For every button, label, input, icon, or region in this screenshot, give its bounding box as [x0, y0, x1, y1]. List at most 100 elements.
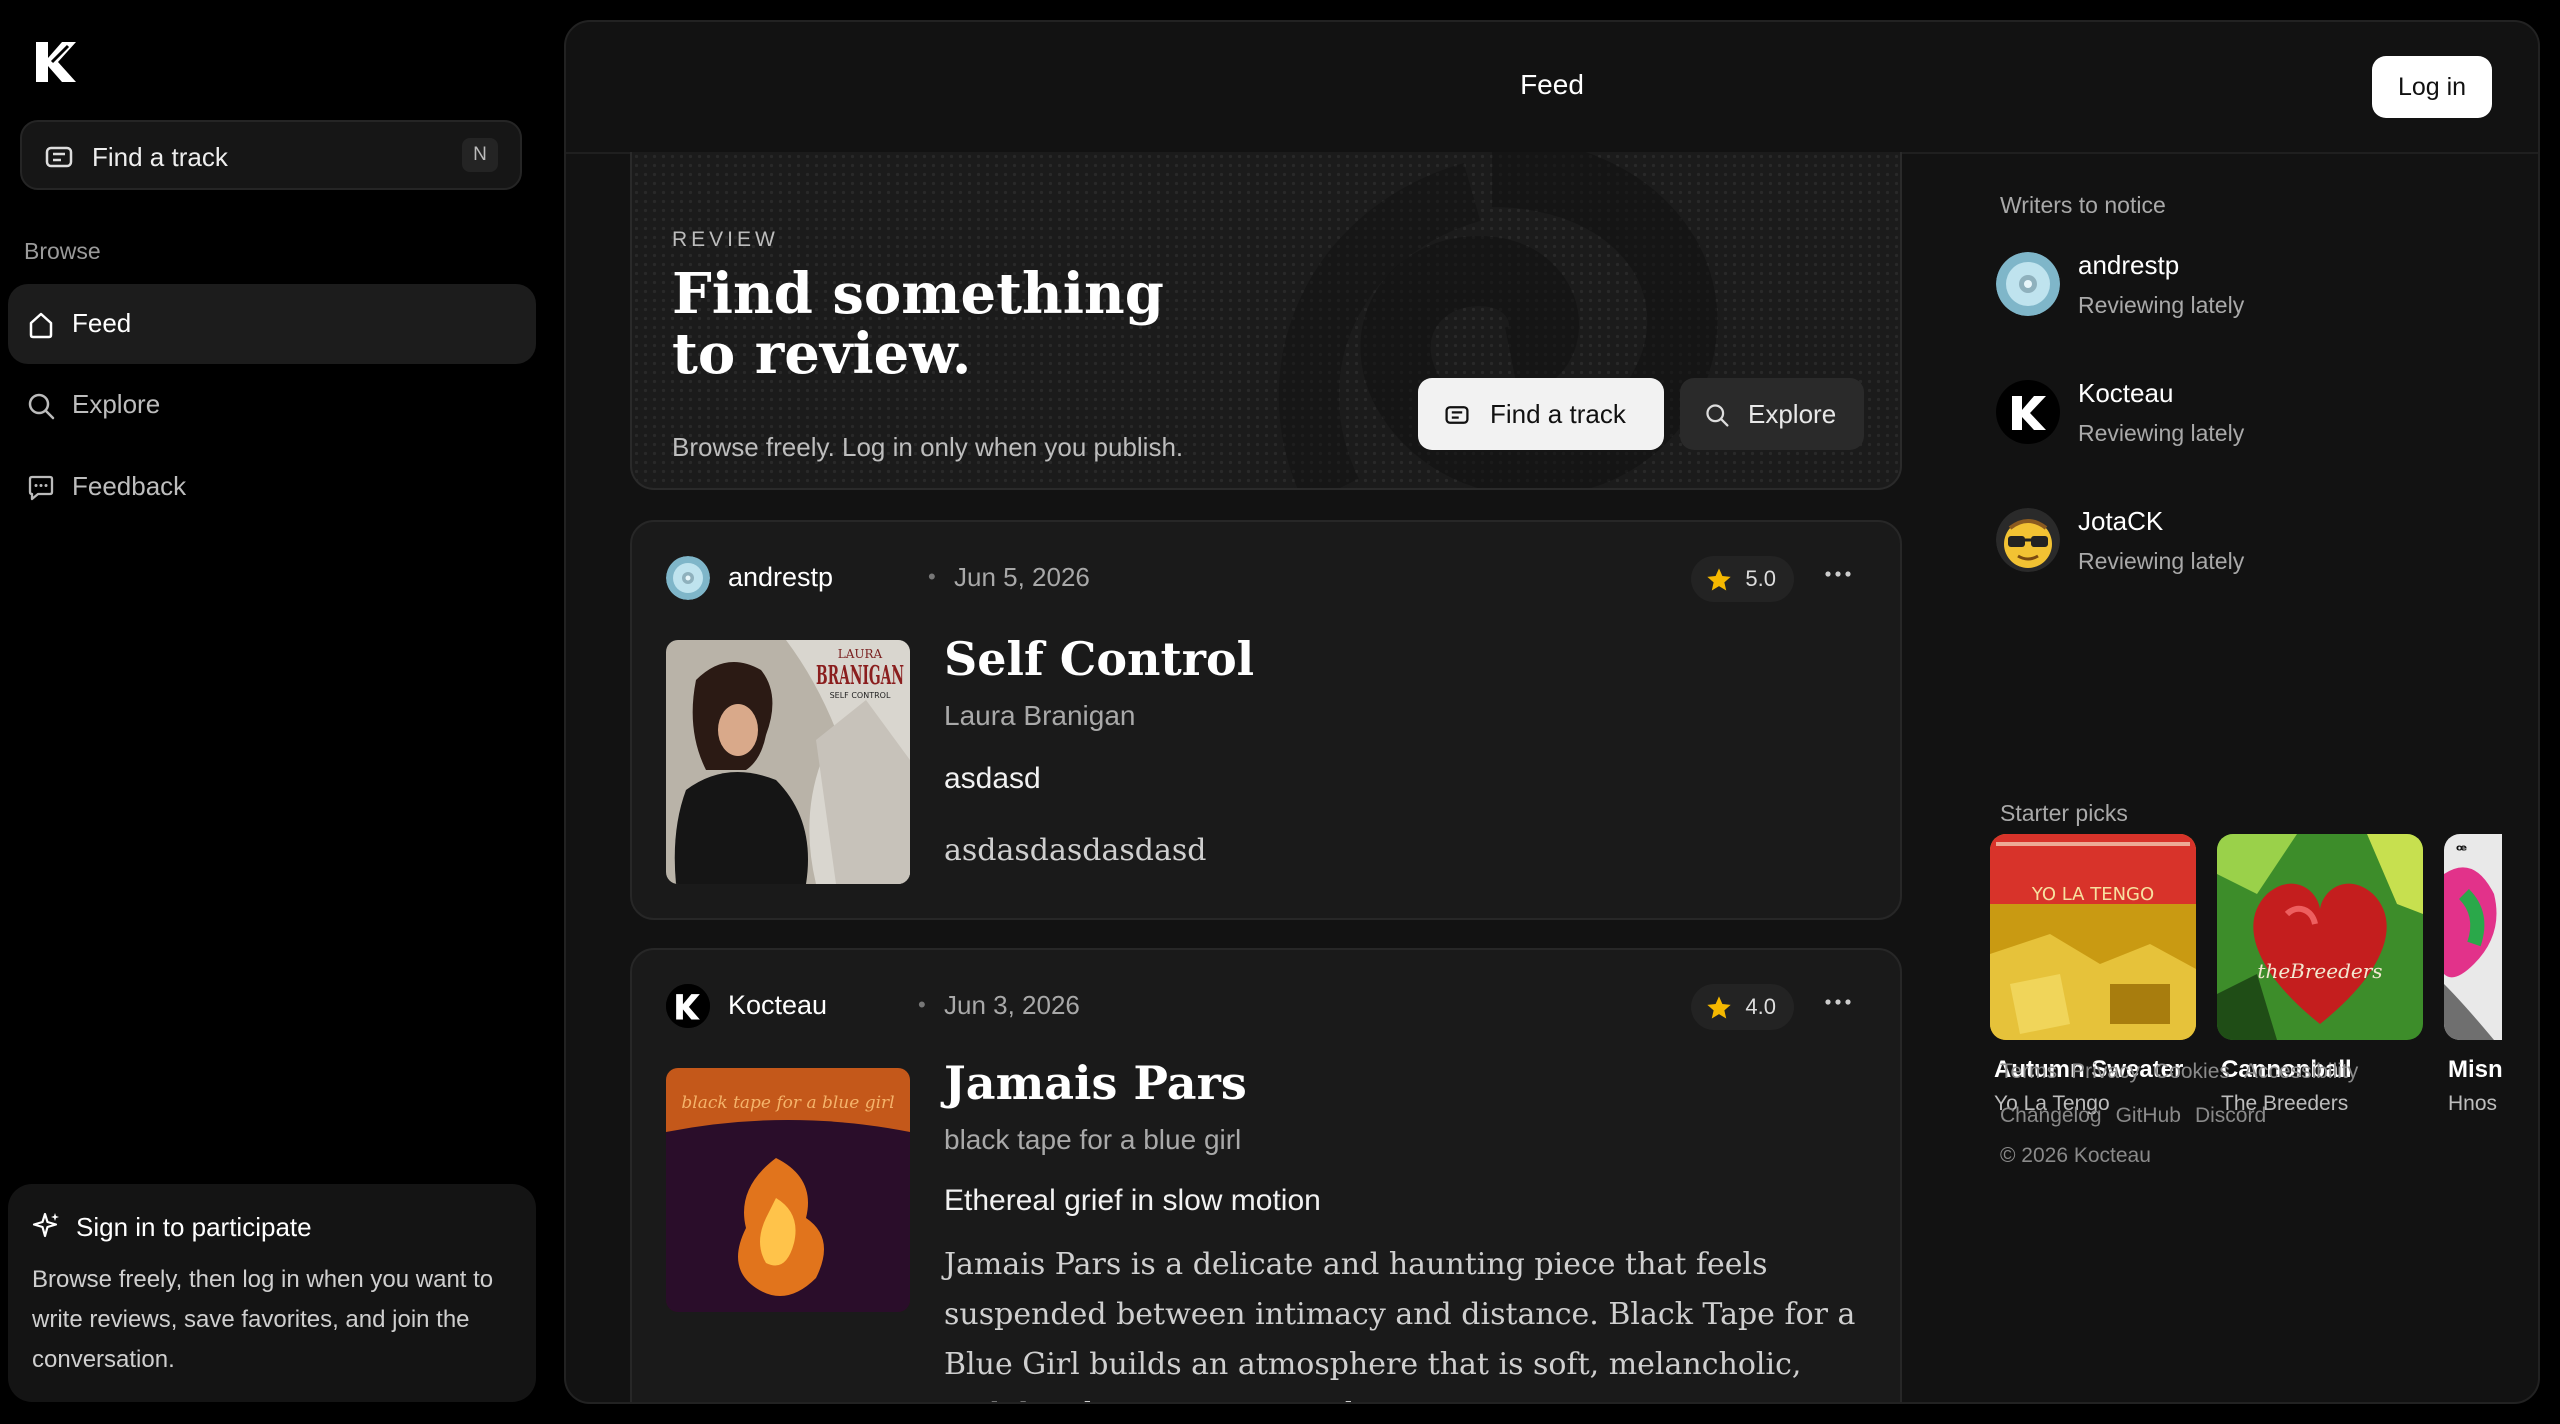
cover-text: black tape for a blue girl: [681, 1093, 894, 1113]
writer-status: Reviewing lately: [2078, 292, 2245, 318]
sparkle-icon: [32, 1212, 59, 1238]
review-track-title[interactable]: Self Control: [944, 632, 1254, 686]
signin-card[interactable]: Sign in to participate Browse freely, th…: [8, 1184, 536, 1402]
footer-link-privacy[interactable]: Privacy: [2071, 1060, 2140, 1083]
rating-badge: 5.0: [1691, 556, 1794, 602]
album-cover: ꟹ: [2444, 834, 2502, 1040]
more-options-icon[interactable]: [1824, 996, 1852, 1008]
footer-links-row: Changelog GitHub Discord: [2000, 1104, 2280, 1128]
writer-item[interactable]: JotaCK Reviewing lately: [1996, 502, 2496, 582]
avatar[interactable]: [666, 984, 710, 1028]
page-title: Feed: [1520, 69, 1584, 100]
search-track-icon: [1445, 406, 1469, 424]
svg-text:ꟹ: ꟹ: [2456, 841, 2467, 860]
writers-heading: Writers to notice: [2000, 192, 2166, 218]
more-options-icon[interactable]: [1824, 568, 1852, 580]
sidebar: Find a track N Browse Feed Explore Feedb…: [0, 0, 560, 1424]
hero-title: Find something to review.: [672, 264, 1164, 384]
browse-heading: Browse: [24, 238, 101, 264]
search-icon: [28, 393, 55, 420]
cover-text: BRANIGAN: [816, 661, 904, 691]
hero-kicker: REVIEW: [672, 228, 779, 251]
footer-links-row: Terms Privacy Cookies Accessibility: [2000, 1060, 2372, 1084]
hero-explore-button[interactable]: Explore: [1680, 378, 1864, 450]
review-username[interactable]: andrestp: [728, 562, 833, 593]
review-card[interactable]: Kocteau • Jun 3, 2026 4.0 black tape for…: [630, 948, 1902, 1402]
avatar: [1996, 252, 2060, 316]
writer-status: Reviewing lately: [2078, 420, 2245, 446]
writer-item[interactable]: andrestp Reviewing lately: [1996, 246, 2496, 326]
sidebar-item-label: Feed: [72, 308, 132, 338]
hero-title-line1: Find something: [672, 261, 1164, 327]
sidebar-item-label: Feedback: [72, 471, 187, 501]
review-track-title[interactable]: Jamais Pars: [944, 1056, 1247, 1110]
writer-item[interactable]: Kocteau Reviewing lately: [1996, 374, 2496, 454]
writer-name: Kocteau: [2078, 378, 2174, 408]
search-icon: [1706, 404, 1729, 427]
review-artist[interactable]: black tape for a blue girl: [944, 1124, 1241, 1156]
album-cover[interactable]: LAURA BRANIGAN SELF CONTROL: [666, 640, 910, 884]
shortcut-badge: N: [462, 138, 498, 172]
footer-link-github[interactable]: GitHub: [2116, 1104, 2181, 1127]
sidebar-item-label: Explore: [72, 389, 161, 419]
writer-name: andrestp: [2078, 250, 2180, 280]
footer-link-cookies[interactable]: Cookies: [2154, 1060, 2230, 1083]
rating-value: 4.0: [1745, 994, 1776, 1019]
hero-explore-label: Explore: [1748, 399, 1837, 429]
message-icon: [28, 475, 54, 501]
starter-pick-item[interactable]: ꟹ Misn Hnos: [2444, 834, 2502, 1116]
avatar: [1996, 508, 2060, 572]
review-username[interactable]: Kocteau: [728, 990, 827, 1021]
login-button[interactable]: Log in: [2372, 56, 2492, 118]
star-icon: [1707, 568, 1732, 591]
right-column: Writers to notice andrestp Reviewing lat…: [1970, 152, 2530, 1402]
album-cover[interactable]: black tape for a blue girl: [666, 1068, 910, 1312]
rating-badge: 4.0: [1691, 984, 1794, 1030]
rating-value: 5.0: [1745, 566, 1776, 591]
cover-text: LAURA: [838, 647, 883, 661]
copyright: © 2026 Kocteau: [2000, 1144, 2151, 1167]
signin-title: Sign in to participate: [76, 1212, 312, 1242]
main-panel: Feed Log in REVIEW Find something to rev…: [564, 20, 2540, 1404]
starter-picks-heading: Starter picks: [2000, 800, 2128, 826]
pick-title: Misn: [2448, 1056, 2502, 1083]
footer-link-accessibility[interactable]: Accessibility: [2244, 1060, 2358, 1083]
review-headline: asdasd: [944, 762, 1041, 795]
hero-find-track-label: Find a track: [1490, 399, 1626, 429]
review-artist[interactable]: Laura Branigan: [944, 700, 1135, 732]
sidebar-item-feedback[interactable]: Feedback: [8, 447, 536, 527]
footer-link-discord[interactable]: Discord: [2195, 1104, 2266, 1127]
signin-text: Browse freely, then log in when you want…: [32, 1266, 494, 1373]
hero-find-track-button[interactable]: Find a track: [1418, 378, 1664, 450]
hero-subtitle: Browse freely. Log in only when you publ…: [672, 432, 1184, 462]
footer-link-changelog[interactable]: Changelog: [2000, 1104, 2102, 1127]
avatar: [1996, 380, 2060, 444]
cover-text: SELF CONTROL: [830, 691, 891, 700]
find-track-button[interactable]: Find a track N: [20, 120, 522, 190]
album-cover: theBreeders: [2217, 834, 2423, 1040]
separator-dot: •: [918, 992, 926, 1017]
find-track-label: Find a track: [92, 142, 228, 172]
separator-dot: •: [928, 564, 936, 589]
review-body: Jamais Pars is a delicate and haunting p…: [944, 1247, 1856, 1402]
top-bar: Feed Log in: [566, 22, 2538, 154]
kocteau-logo-icon[interactable]: [30, 36, 82, 88]
review-date: Jun 5, 2026: [954, 562, 1090, 592]
cover-text: theBreeders: [2257, 959, 2382, 983]
writer-name: JotaCK: [2078, 506, 2164, 536]
home-icon: [29, 312, 53, 339]
review-body: asdasdasdasdasd: [944, 833, 1207, 868]
cover-text: YO LA TENGO: [2031, 884, 2154, 905]
album-cover: YO LA TENGO: [1990, 834, 2196, 1040]
review-headline: Ethereal grief in slow motion: [944, 1184, 1321, 1217]
review-hero: REVIEW Find something to review. Browse …: [630, 152, 1902, 490]
sidebar-item-feed[interactable]: Feed: [8, 284, 536, 364]
sidebar-item-explore[interactable]: Explore: [8, 365, 536, 445]
footer-link-terms[interactable]: Terms: [2000, 1060, 2057, 1083]
avatar[interactable]: [666, 556, 710, 600]
pick-artist: Hnos: [2448, 1092, 2498, 1115]
review-date: Jun 3, 2026: [944, 990, 1080, 1020]
search-track-icon: [45, 146, 73, 168]
hero-title-line2: to review.: [672, 321, 972, 387]
review-card[interactable]: andrestp • Jun 5, 2026 5.0 LAURA BRANIGA…: [630, 520, 1902, 920]
